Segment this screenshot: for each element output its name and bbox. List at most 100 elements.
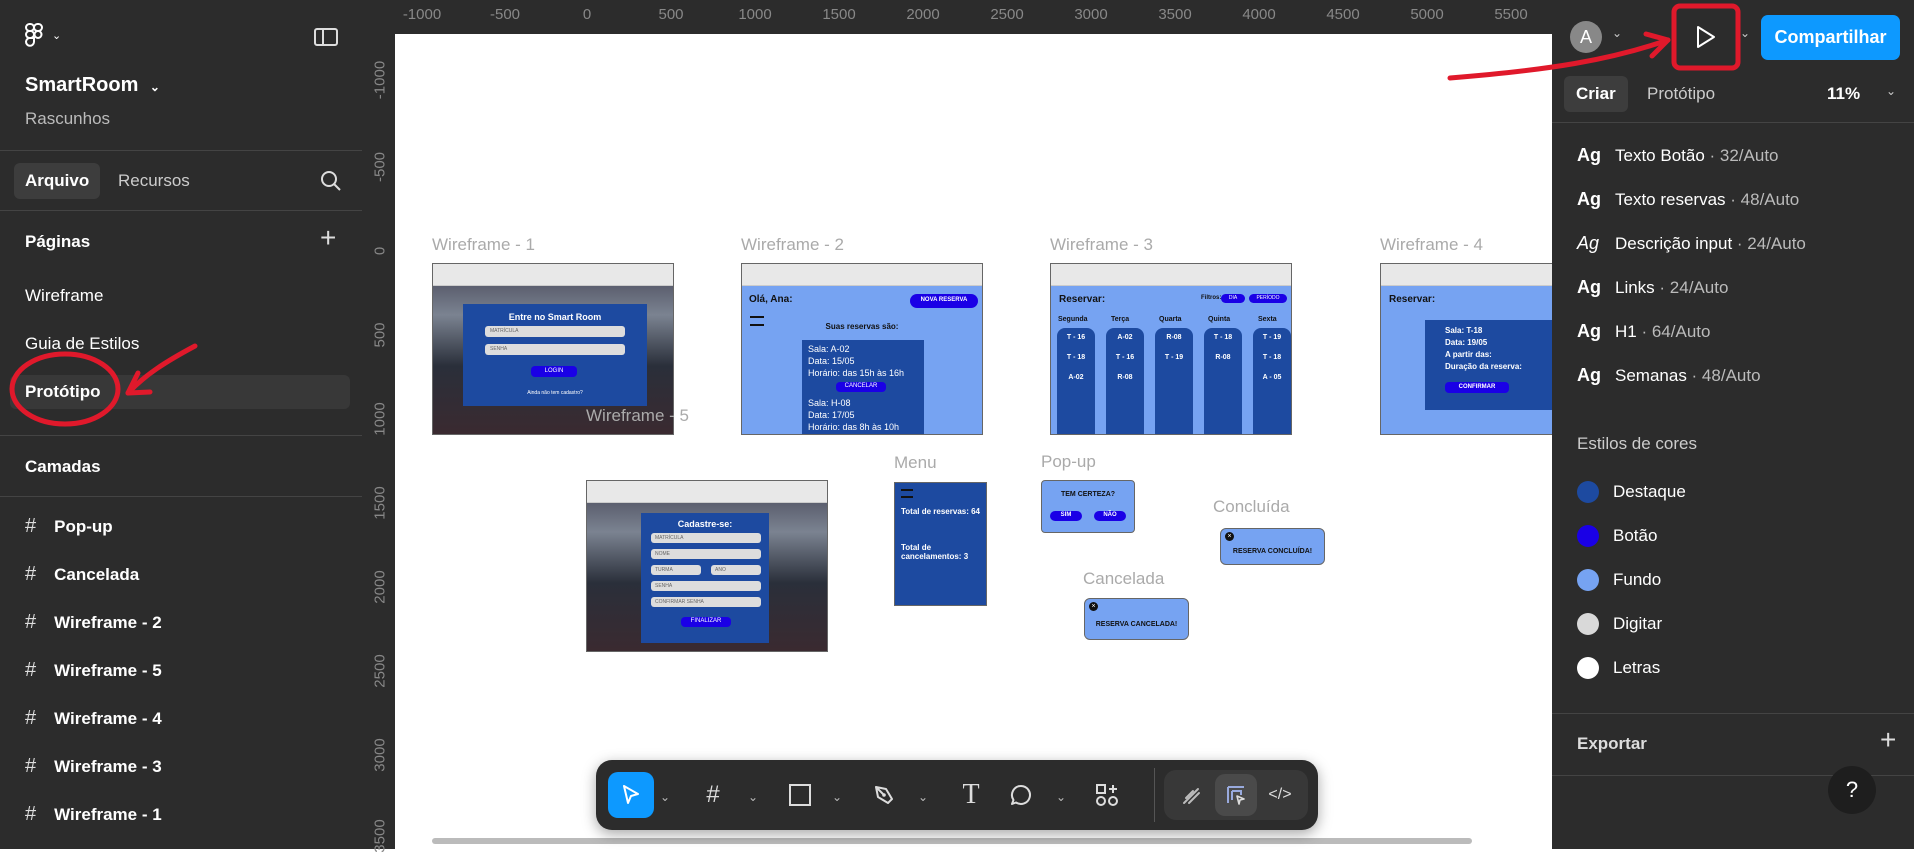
- frame-wireframe-3[interactable]: Reservar: Filtros: DIA PERÍODO Segunda T…: [1050, 263, 1292, 435]
- frame-popup[interactable]: TEM CERTEZA? SIM NÃO: [1041, 480, 1135, 533]
- layer-item[interactable]: # Cancelada: [25, 563, 139, 586]
- color-style-item[interactable]: Botão: [1577, 525, 1657, 547]
- text-style-item[interactable]: Ag Texto reservas · 48/Auto: [1577, 189, 1799, 210]
- ano-input[interactable]: ANO: [711, 565, 761, 575]
- frame-label[interactable]: Concluída: [1213, 497, 1290, 517]
- close-icon[interactable]: ×: [1089, 602, 1098, 611]
- senha-input[interactable]: SENHA: [485, 344, 625, 355]
- senha-input[interactable]: SENHA: [651, 581, 761, 591]
- frame-wireframe-4[interactable]: Reservar: Sala: T-18 Data: 19/05 A parti…: [1380, 263, 1552, 435]
- add-page-icon[interactable]: +: [320, 224, 336, 252]
- nome-input[interactable]: NOME: [651, 549, 761, 559]
- page-item-prototipo[interactable]: Protótipo: [10, 375, 350, 409]
- room-slot[interactable]: A-02: [1106, 334, 1144, 341]
- frame-menu[interactable]: Total de reservas: 64 Total de cancelame…: [894, 482, 987, 606]
- dev-mode-button[interactable]: </>: [1259, 774, 1301, 816]
- layer-item[interactable]: # Wireframe - 2: [25, 611, 162, 634]
- page-item-guia-de-estilos[interactable]: Guia de Estilos: [25, 334, 139, 354]
- filter-day-button[interactable]: DIA: [1221, 294, 1245, 303]
- confirm-senha-input[interactable]: CONFIRMAR SENHA: [651, 597, 761, 607]
- chevron-down-icon[interactable]: ⌄: [832, 790, 842, 804]
- chevron-down-icon[interactable]: ⌄: [660, 790, 670, 804]
- frame-concluida[interactable]: × RESERVA CONCLUÍDA!: [1220, 528, 1325, 565]
- main-menu-button[interactable]: ⌄: [24, 22, 61, 48]
- text-style-item[interactable]: Ag Descrição input · 24/Auto: [1577, 233, 1806, 254]
- confirm-button[interactable]: CONFIRMAR: [1445, 382, 1509, 393]
- matricula-input[interactable]: MATRÍCULA: [485, 326, 625, 337]
- text-style-item[interactable]: Ag Semanas · 48/Auto: [1577, 365, 1761, 386]
- room-slot[interactable]: R-08: [1106, 374, 1144, 381]
- tab-prototipo[interactable]: Protótipo: [1647, 84, 1715, 104]
- chevron-down-icon[interactable]: ⌄: [1056, 790, 1066, 804]
- comment-tool-button[interactable]: [998, 772, 1044, 818]
- new-reservation-button[interactable]: NOVA RESERVA: [910, 294, 978, 308]
- cancel-button[interactable]: CANCELAR: [836, 382, 886, 392]
- room-slot[interactable]: T - 19: [1253, 334, 1291, 341]
- room-slot[interactable]: T - 18: [1253, 354, 1291, 361]
- move-tool-button[interactable]: [608, 772, 654, 818]
- chevron-down-icon[interactable]: ⌄: [1886, 84, 1896, 98]
- avatar[interactable]: A: [1570, 21, 1602, 53]
- room-slot[interactable]: A - 05: [1253, 374, 1291, 381]
- frame-label[interactable]: Pop-up: [1041, 452, 1096, 472]
- frame-cancelada[interactable]: × RESERVA CANCELADA!: [1084, 598, 1189, 640]
- room-slot[interactable]: R-08: [1204, 354, 1242, 361]
- toggle-sidebar-icon[interactable]: [314, 28, 338, 46]
- frame-label[interactable]: Wireframe - 4: [1380, 235, 1483, 255]
- room-slot[interactable]: T - 16: [1057, 334, 1095, 341]
- close-icon[interactable]: ×: [1225, 532, 1234, 541]
- matricula-input[interactable]: MATRÍCULA: [651, 533, 761, 543]
- room-slot[interactable]: R-08: [1155, 334, 1193, 341]
- color-style-item[interactable]: Fundo: [1577, 569, 1661, 591]
- text-tool-button[interactable]: T: [948, 772, 994, 818]
- text-style-item[interactable]: Ag Texto Botão · 32/Auto: [1577, 145, 1779, 166]
- frame-label[interactable]: Wireframe - 2: [741, 235, 844, 255]
- yes-button[interactable]: SIM: [1050, 511, 1082, 521]
- text-style-item[interactable]: Ag H1 · 64/Auto: [1577, 321, 1710, 342]
- share-button[interactable]: Compartilhar: [1761, 15, 1900, 60]
- frame-label[interactable]: Menu: [894, 453, 937, 473]
- tab-criar[interactable]: Criar: [1564, 76, 1628, 112]
- layer-item[interactable]: # Pop-up: [25, 515, 113, 538]
- text-style-item[interactable]: Ag Links · 24/Auto: [1577, 277, 1728, 298]
- room-slot[interactable]: A-02: [1057, 374, 1095, 381]
- room-slot[interactable]: T - 19: [1155, 354, 1193, 361]
- frame-wireframe-5[interactable]: Cadastre-se: MATRÍCULA NOME TURMA ANO SE…: [586, 480, 828, 652]
- layer-item[interactable]: # Wireframe - 5: [25, 659, 162, 682]
- layer-item[interactable]: # Wireframe - 4: [25, 707, 162, 730]
- design-mode-button[interactable]: [1215, 774, 1257, 816]
- chevron-down-icon[interactable]: ⌄: [918, 790, 928, 804]
- color-style-item[interactable]: Destaque: [1577, 481, 1686, 503]
- search-icon[interactable]: [320, 170, 342, 192]
- finalizar-button[interactable]: FINALIZAR: [681, 617, 731, 627]
- frame-label[interactable]: Cancelada: [1083, 569, 1164, 589]
- actions-tool-button[interactable]: [1084, 772, 1130, 818]
- chevron-down-icon[interactable]: ⌄: [748, 790, 758, 804]
- add-export-icon[interactable]: +: [1880, 726, 1896, 754]
- room-slot[interactable]: T - 18: [1057, 354, 1095, 361]
- chevron-down-icon[interactable]: ⌄: [1612, 26, 1622, 40]
- present-play-icon[interactable]: [1692, 24, 1718, 50]
- layer-item[interactable]: # Wireframe - 3: [25, 755, 162, 778]
- horizontal-scrollbar[interactable]: [432, 838, 1472, 844]
- register-link[interactable]: Ainda não tem cadastro?: [463, 390, 647, 396]
- menu-icon[interactable]: [901, 489, 913, 498]
- login-button[interactable]: LOGIN: [531, 366, 577, 377]
- help-button[interactable]: ?: [1828, 766, 1876, 814]
- layer-item[interactable]: # Wireframe - 1: [25, 803, 162, 826]
- frame-tool-button[interactable]: #: [690, 772, 736, 818]
- color-style-item[interactable]: Letras: [1577, 657, 1660, 679]
- page-item-wireframe[interactable]: Wireframe: [25, 286, 103, 306]
- frame-label[interactable]: Wireframe - 3: [1050, 235, 1153, 255]
- frame-wireframe-2[interactable]: Olá, Ana: NOVA RESERVA Suas reservas são…: [741, 263, 983, 435]
- tab-recursos[interactable]: Recursos: [118, 171, 190, 191]
- chevron-down-icon[interactable]: ⌄: [1740, 26, 1750, 40]
- tab-arquivo[interactable]: Arquivo: [14, 163, 101, 199]
- draw-mode-button[interactable]: [1171, 774, 1213, 816]
- filter-period-button[interactable]: PERÍODO: [1249, 294, 1287, 303]
- canvas[interactable]: Wireframe - 1 Entre no Smart Room MATRÍC…: [395, 34, 1552, 849]
- project-name[interactable]: SmartRoom ⌄: [25, 74, 160, 97]
- frame-label[interactable]: Wireframe - 5: [586, 406, 689, 426]
- room-slot[interactable]: T - 18: [1204, 334, 1242, 341]
- pen-tool-button[interactable]: [861, 772, 907, 818]
